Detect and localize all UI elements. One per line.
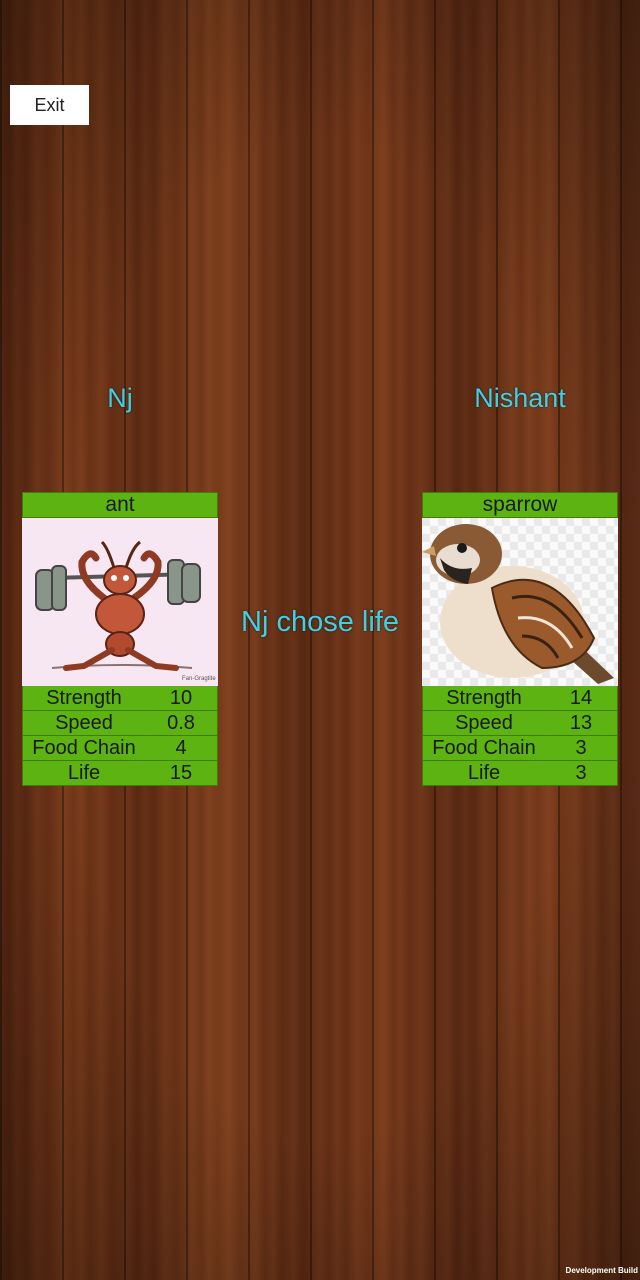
stat-value: 14 [569, 687, 593, 709]
stat-value: 3 [575, 762, 587, 784]
stat-label: Speed [455, 712, 513, 734]
stat-label: Life [67, 762, 101, 784]
stat-value: 15 [169, 762, 193, 784]
svg-text:Fan-Gragtite: Fan-Gragtite [182, 676, 216, 682]
player-card-left: ant Fan-Gragtite Strength 10 Speed 0.8 F… [22, 492, 218, 786]
game-message: Nj chose life [241, 606, 399, 638]
stat-row-strength[interactable]: Strength 10 [22, 686, 218, 711]
stat-value: 10 [169, 687, 193, 709]
stat-row-life[interactable]: Life 3 [422, 761, 618, 786]
stat-value: 3 [575, 737, 587, 759]
card-title: ant [22, 492, 218, 518]
stat-row-speed[interactable]: Speed 13 [422, 711, 618, 736]
development-build-label: Development Build [565, 1266, 638, 1275]
stat-label: Strength [446, 687, 522, 709]
player-card-right: sparrow Strength 14 Speed 13 Food Chain … [422, 492, 618, 786]
exit-button[interactable]: Exit [10, 85, 89, 125]
card-title: sparrow [422, 492, 618, 518]
stat-label: Food Chain [32, 737, 136, 759]
stat-label: Speed [55, 712, 113, 734]
weightlifting-ant-icon: Fan-Gragtite [22, 518, 218, 686]
stat-value: 4 [175, 737, 187, 759]
player-name-right: Nishant [474, 383, 566, 413]
stat-value: 13 [569, 712, 593, 734]
stat-row-food-chain[interactable]: Food Chain 3 [422, 736, 618, 761]
stat-row-speed[interactable]: Speed 0.8 [22, 711, 218, 736]
stat-label: Strength [46, 687, 122, 709]
player-name-left: Nj [107, 383, 133, 413]
stat-label: Life [467, 762, 501, 784]
sparrow-icon [422, 518, 618, 686]
stat-row-life[interactable]: Life 15 [22, 761, 218, 786]
stat-row-food-chain[interactable]: Food Chain 4 [22, 736, 218, 761]
stat-label: Food Chain [432, 737, 536, 759]
stat-row-strength[interactable]: Strength 14 [422, 686, 618, 711]
stat-value: 0.8 [167, 712, 195, 734]
